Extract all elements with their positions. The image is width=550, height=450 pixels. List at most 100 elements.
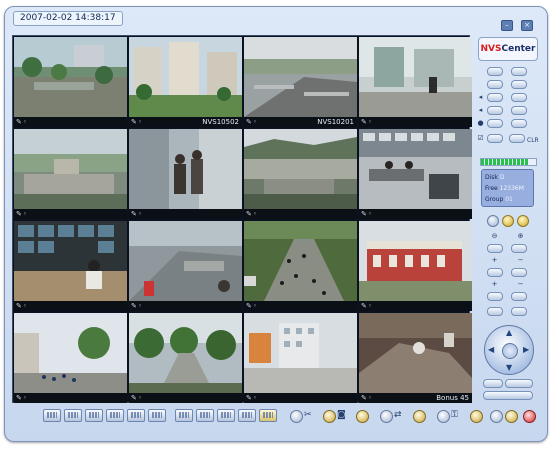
snapshot-icon[interactable]: ◙ (337, 410, 346, 421)
pointer-icon[interactable]: ✎◦ (16, 118, 28, 126)
pointer-icon[interactable]: ✎◦ (16, 302, 28, 310)
preset-button[interactable] (505, 379, 533, 388)
camera-tile[interactable]: ✎◦ (359, 37, 472, 127)
layout-1-button[interactable] (43, 409, 61, 422)
option-toggle[interactable] (517, 215, 529, 227)
minimize-app-icon[interactable] (490, 410, 503, 423)
pointer-icon[interactable]: ✎◦ (131, 394, 143, 402)
pan-left-icon[interactable]: ◀ (488, 345, 494, 354)
layout-9-button[interactable] (85, 409, 103, 422)
pointer-icon[interactable]: ✎◦ (361, 394, 373, 402)
pan-down-icon[interactable]: ▼ (506, 363, 512, 372)
stop-cycle-button[interactable] (217, 409, 235, 422)
focus-far-icon[interactable]: − (517, 257, 524, 264)
alarm-button[interactable] (259, 409, 277, 422)
option-toggle[interactable] (502, 215, 514, 227)
cycle-button[interactable] (196, 409, 214, 422)
pointer-icon[interactable]: ✎◦ (16, 394, 28, 402)
pointer-icon[interactable]: ✎◦ (131, 302, 143, 310)
lock-icon[interactable] (437, 410, 450, 423)
speaker-icon[interactable]: ◂ (477, 94, 484, 101)
camera-tile[interactable]: ✎◦ (129, 129, 242, 219)
network-icon[interactable]: ⇄ (394, 410, 402, 421)
record-all-icon[interactable] (356, 410, 369, 423)
key-icon[interactable]: ⚿ (451, 410, 458, 421)
tools-icon[interactable]: ✂ (304, 410, 312, 421)
panel-button[interactable] (487, 67, 503, 76)
playback-icon[interactable] (323, 410, 336, 423)
camera-tile[interactable]: ✎◦ NVS10201 (244, 37, 357, 127)
pointer-icon[interactable]: ✎◦ (361, 118, 373, 126)
exit-icon[interactable] (523, 410, 536, 423)
focus-near-icon[interactable]: + (491, 257, 498, 264)
help-icon[interactable] (470, 410, 483, 423)
group-button[interactable] (238, 409, 256, 422)
camera-tile[interactable]: ✎◦ (129, 313, 242, 403)
iris-close-icon[interactable]: − (517, 281, 524, 288)
panel-button[interactable] (487, 119, 503, 128)
speaker-icon[interactable]: ◂ (477, 107, 484, 114)
ptz-button[interactable] (487, 244, 503, 253)
ptz-button[interactable] (487, 292, 503, 301)
pointer-icon[interactable]: ✎◦ (361, 302, 373, 310)
layout-prev-button[interactable] (127, 409, 145, 422)
fullscreen-button[interactable] (175, 409, 193, 422)
camera-tile[interactable]: ✎◦ (129, 221, 242, 311)
about-icon[interactable] (505, 410, 518, 423)
settings-icon[interactable] (290, 410, 303, 423)
camera-tile[interactable]: ✎◦ (359, 221, 472, 311)
panel-button[interactable] (511, 106, 527, 115)
panel-button[interactable] (487, 80, 503, 89)
camera-tile[interactable]: ✎◦ (244, 221, 357, 311)
camera-tile[interactable]: ✎◦ (14, 37, 127, 127)
camera-tile[interactable]: ✎◦ (14, 313, 127, 403)
panel-button[interactable] (511, 93, 527, 102)
minimize-button[interactable]: – (500, 20, 513, 31)
panel-button[interactable] (487, 134, 503, 143)
search-icon[interactable] (380, 410, 393, 423)
iris-open-icon[interactable]: + (491, 281, 498, 288)
camera-tile[interactable]: ✎◦ (14, 221, 127, 311)
layout-16-button[interactable] (106, 409, 124, 422)
log-icon[interactable] (413, 410, 426, 423)
pointer-icon[interactable]: ✎◦ (246, 394, 258, 402)
pointer-icon[interactable]: ✎◦ (246, 302, 258, 310)
panel-button[interactable] (511, 67, 527, 76)
layout-next-button[interactable] (148, 409, 166, 422)
camera-tile[interactable]: ✎◦ (14, 129, 127, 219)
pan-right-icon[interactable]: ▶ (523, 345, 529, 354)
record-icon[interactable]: ● (477, 120, 484, 127)
panel-button[interactable] (511, 119, 527, 128)
ptz-button[interactable] (511, 307, 527, 316)
pointer-icon[interactable]: ✎◦ (361, 210, 373, 218)
camera-tile[interactable]: ✎◦ NVS10502 (129, 37, 242, 127)
pointer-icon[interactable]: ✎◦ (131, 118, 143, 126)
pointer-icon[interactable]: ✎◦ (246, 210, 258, 218)
zoom-out-icon[interactable]: ⊖ (491, 233, 498, 240)
panel-button[interactable] (511, 80, 527, 89)
option-toggle[interactable] (487, 215, 499, 227)
camera-tile[interactable]: ✎◦ (244, 313, 357, 403)
zoom-in-icon[interactable]: ⊕ (517, 233, 524, 240)
ptz-button[interactable] (511, 244, 527, 253)
preset-button[interactable] (483, 379, 503, 388)
pan-up-icon[interactable]: ▲ (506, 328, 512, 337)
ptz-dial[interactable]: ▲ ▼ ◀ ▶ (484, 325, 534, 375)
camera-tile[interactable]: ✎◦ Bonus 45 (359, 313, 472, 403)
clear-label[interactable]: CLR (527, 137, 539, 144)
layout-4-button[interactable] (64, 409, 82, 422)
pointer-icon[interactable]: ✎◦ (131, 210, 143, 218)
camera-tile[interactable]: ✎◦ (359, 129, 472, 219)
pointer-icon[interactable]: ✎◦ (16, 210, 28, 218)
ptz-center-button[interactable] (502, 343, 518, 359)
preset-button[interactable] (483, 391, 533, 400)
ptz-button[interactable] (487, 307, 503, 316)
camera-tile[interactable]: ✎◦ (244, 129, 357, 219)
pointer-icon[interactable]: ✎◦ (246, 118, 258, 126)
panel-button[interactable] (487, 93, 503, 102)
panel-button[interactable] (509, 134, 525, 143)
checkbox-icon[interactable]: ☑ (477, 135, 484, 142)
ptz-button[interactable] (487, 268, 503, 277)
ptz-button[interactable] (511, 268, 527, 277)
close-button[interactable]: × (521, 20, 533, 31)
